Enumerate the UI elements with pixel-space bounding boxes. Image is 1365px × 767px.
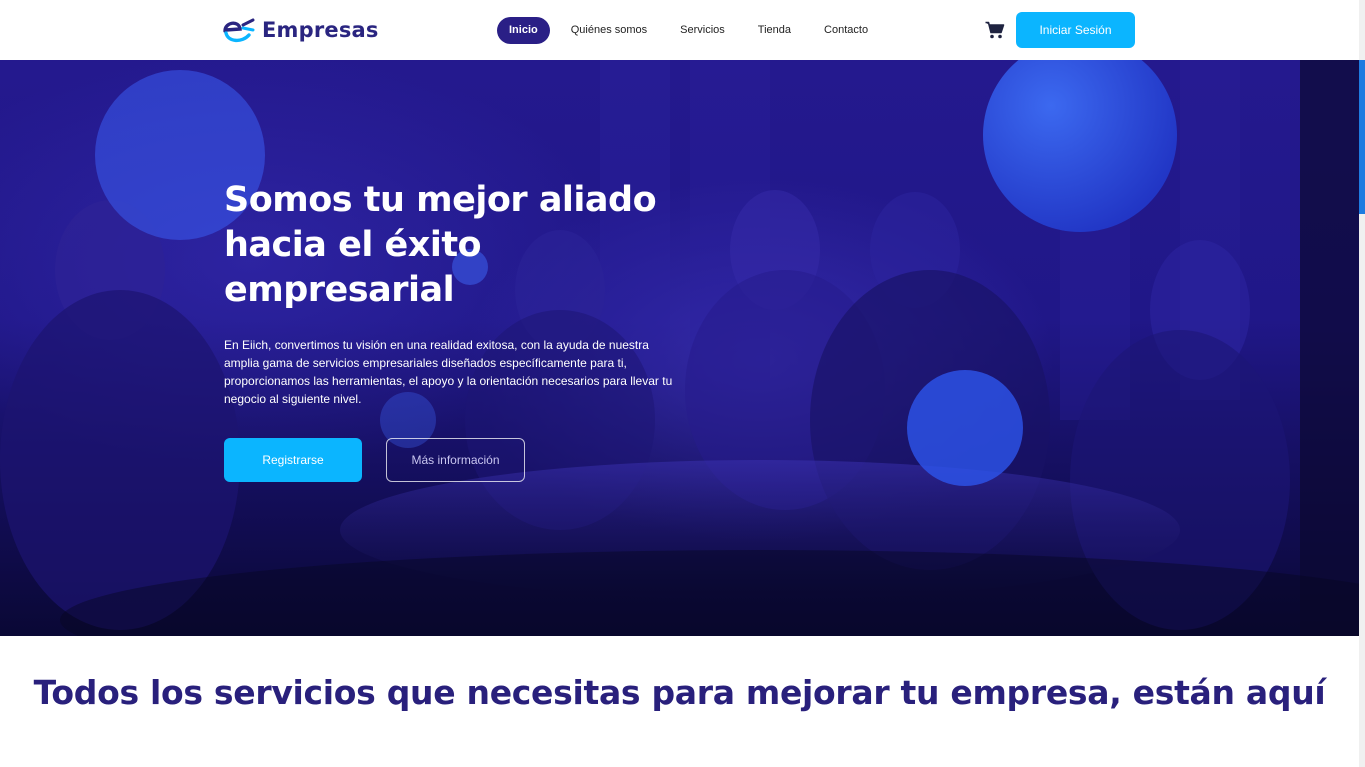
eiich-logo-icon — [223, 18, 255, 43]
services-title: Todos los servicios que necesitas para m… — [33, 673, 1326, 712]
hero-description: En Eiich, convertimos tu visión en una r… — [224, 338, 673, 406]
scrollbar-thumb[interactable] — [1359, 60, 1365, 214]
login-button[interactable]: Iniciar Sesión — [1016, 12, 1135, 48]
shopping-cart-icon[interactable] — [985, 21, 1005, 39]
nav-item-contacto[interactable]: Contacto — [812, 17, 880, 44]
nav-item-servicios[interactable]: Servicios — [668, 17, 737, 44]
hero-title: Somos tu mejor aliado hacia el éxito emp… — [224, 180, 657, 310]
site-header: Empresas Inicio Quiénes somos Servicios … — [0, 0, 1359, 60]
brand-name: Empresas — [262, 18, 379, 42]
register-button[interactable]: Registrarse — [224, 438, 362, 482]
page-scrollbar[interactable] — [1359, 0, 1365, 767]
hero-section: Somos tu mejor aliado hacia el éxito emp… — [0, 60, 1359, 636]
brand-logo[interactable]: Empresas — [222, 15, 379, 45]
main-nav: Inicio Quiénes somos Servicios Tienda Co… — [497, 17, 889, 44]
nav-item-quienes-somos[interactable]: Quiénes somos — [559, 17, 659, 44]
nav-item-tienda[interactable]: Tienda — [746, 17, 803, 44]
nav-item-inicio[interactable]: Inicio — [497, 17, 550, 44]
more-info-button[interactable]: Más información — [386, 438, 525, 482]
